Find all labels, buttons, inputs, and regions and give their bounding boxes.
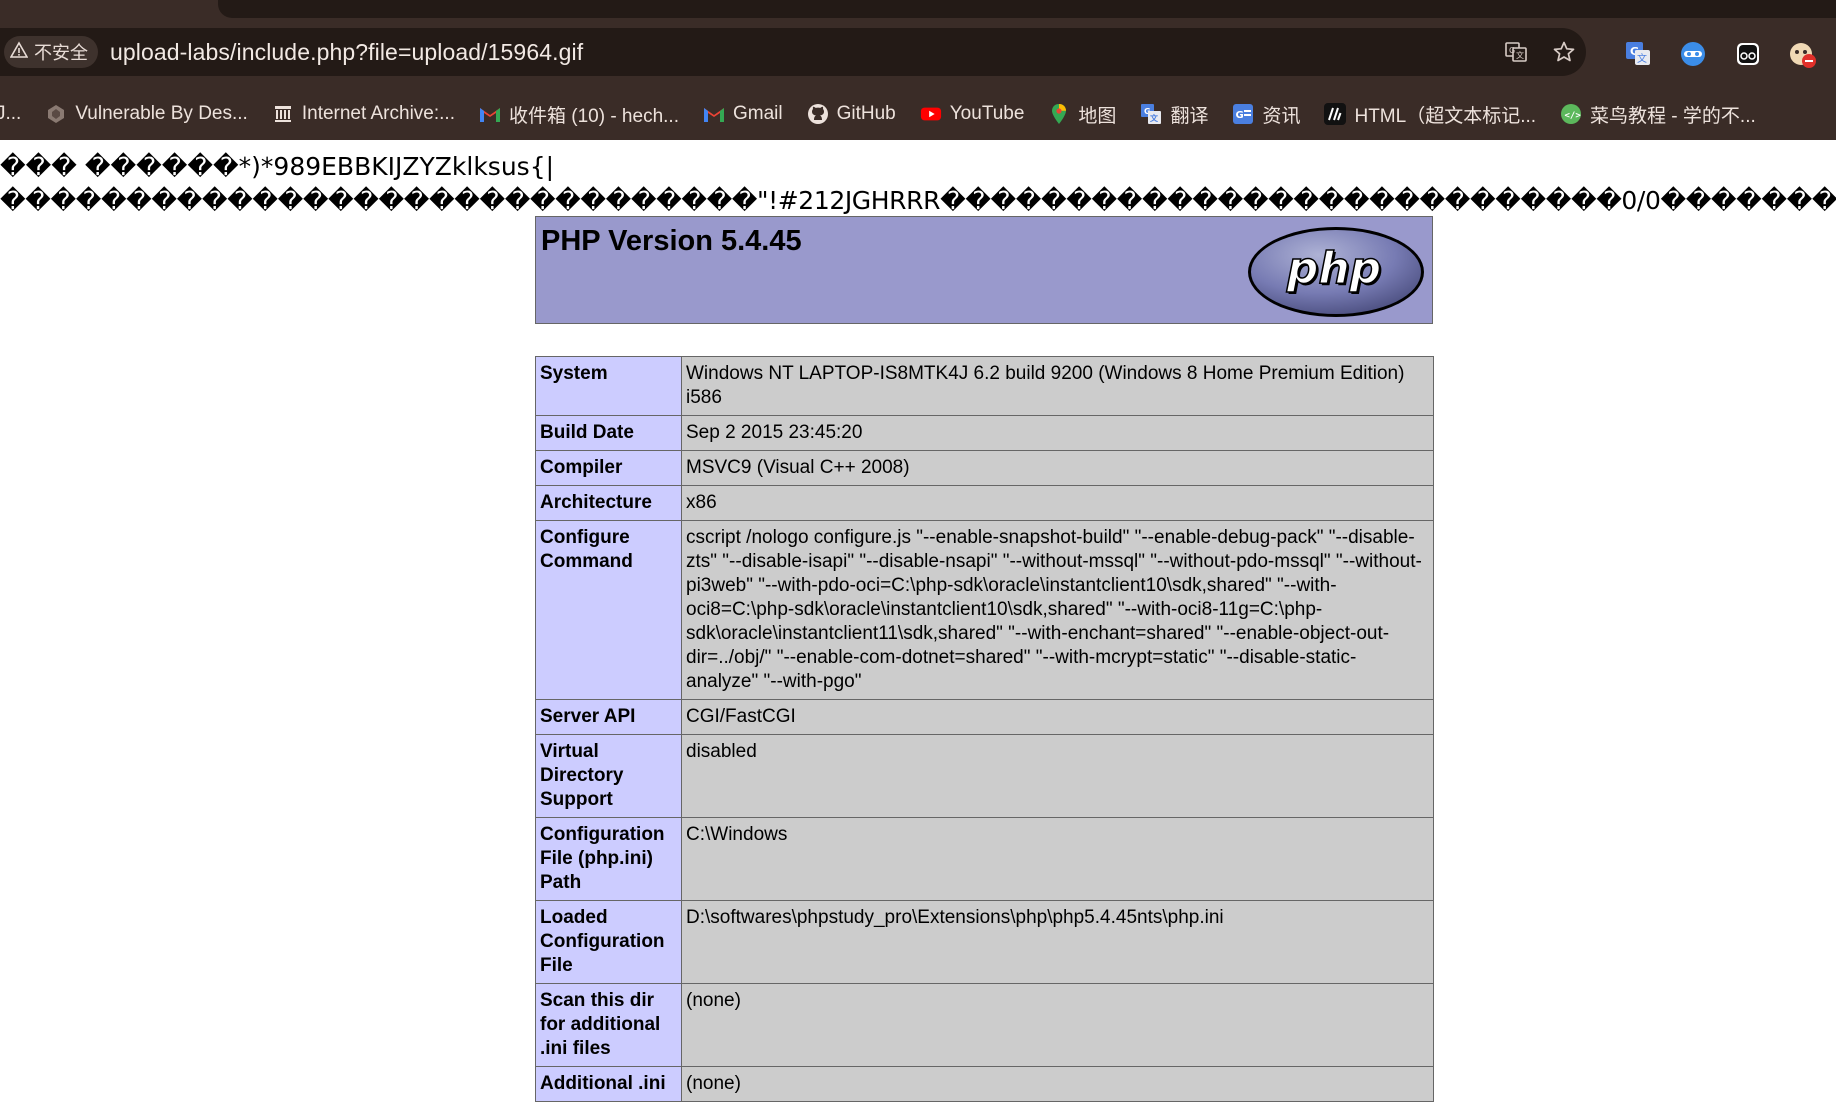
row-value: Sep 2 2015 23:45:20: [681, 415, 1434, 451]
security-label: 不安全: [34, 43, 88, 63]
table-row: System Windows NT LAPTOP-IS8MTK4J 6.2 bui…: [535, 356, 1434, 416]
svg-text:文: 文: [1150, 113, 1159, 123]
row-label: Virtual Directory Support: [535, 734, 682, 818]
bookmark-label: 菜鸟教程 - 学的不...: [1590, 105, 1756, 127]
bookmark-item[interactable]: </> 菜鸟教程 - 学的不...: [1560, 101, 1756, 128]
php-version-title: PHP Version 5.4.45: [541, 225, 802, 257]
row-value: x86: [681, 485, 1434, 521]
table-row: Configure Command cscript /nologo configu…: [535, 520, 1434, 700]
bookmark-label: 收件箱 (10) - hech...: [508, 105, 679, 127]
row-value: MSVC9 (Visual C++ 2008): [681, 450, 1434, 486]
row-label: Server API: [535, 699, 682, 735]
incognito-extension-icon[interactable]: [1732, 38, 1764, 70]
svg-text:G: G: [1236, 110, 1244, 121]
row-value: (none): [681, 1066, 1434, 1102]
bookmark-item[interactable]: HTML（超文本标记...: [1324, 101, 1536, 128]
url-text[interactable]: upload-labs/include.php?file=upload/1596…: [110, 39, 583, 66]
table-row: Compiler MSVC9 (Visual C++ 2008): [535, 450, 1434, 486]
php-logo-text: php: [1286, 243, 1381, 294]
table-row: Virtual Directory Support disabled: [535, 734, 1434, 818]
bookmark-label: 地图: [1078, 105, 1117, 127]
bookmark-item[interactable]: 收件箱 (10) - hech...: [479, 101, 679, 128]
bookmark-label: 翻译: [1170, 105, 1209, 127]
svg-text:</>: </>: [1565, 111, 1582, 121]
bookmark-label: YouTube: [949, 103, 1025, 124]
tab-strip-background: [218, 0, 1836, 18]
svg-text:G: G: [1509, 46, 1515, 55]
bookmark-label: Gmail: [732, 103, 783, 124]
security-indicator[interactable]: 不安全: [4, 36, 98, 68]
mask-extension-icon[interactable]: [1677, 38, 1709, 70]
bookmark-label: 资讯: [1262, 105, 1301, 127]
youtube-icon: [920, 103, 942, 125]
bookmark-label: J...: [0, 103, 22, 124]
row-label: System: [535, 356, 682, 416]
bookmark-item[interactable]: YouTube: [920, 103, 1025, 125]
row-value: D:\softwares\phpstudy_pro\Extensions\php…: [681, 900, 1434, 984]
table-row: Loaded Configuration File D:\softwares\ph…: [535, 900, 1434, 984]
binary-garbage-line: ��� ������*)*989EBBKIJZYZklksus{|: [0, 152, 555, 181]
address-bar[interactable]: 不安全 upload-labs/include.php?file=upload/…: [0, 28, 1586, 76]
svg-text:文: 文: [1516, 50, 1524, 60]
bookmark-label: Vulnerable By Des...: [75, 103, 248, 124]
translate-page-icon[interactable]: G文: [1502, 38, 1530, 66]
row-value: disabled: [681, 734, 1434, 818]
phpinfo-table: System Windows NT LAPTOP-IS8MTK4J 6.2 bui…: [535, 356, 1434, 1102]
row-label: Architecture: [535, 485, 682, 521]
adblock-extension-icon[interactable]: [1786, 38, 1818, 70]
php-logo: php php: [1248, 227, 1424, 317]
row-label: Build Date: [535, 415, 682, 451]
row-label: Loaded Configuration File: [535, 900, 682, 984]
browser-toolbar: 不安全 upload-labs/include.php?file=upload/…: [0, 20, 1836, 88]
page-content: ��� ������*)*989EBBKIJZYZklksus{| ������…: [0, 140, 1836, 1106]
row-label: Configure Command: [535, 520, 682, 700]
warning-icon: [9, 40, 29, 64]
row-value: C:\Windows: [681, 817, 1434, 901]
gmail-icon: [479, 103, 501, 125]
vulnhub-icon: [45, 103, 67, 125]
tab-strip: [0, 0, 1836, 20]
phpinfo-header: PHP Version 5.4.45 php php: [535, 216, 1433, 324]
bookmarks-bar: J... Vulnerable By Des... Internet Archi…: [0, 88, 1836, 140]
bookmark-item[interactable]: Vulnerable By Des...: [45, 103, 248, 125]
translate-icon: G文: [1140, 103, 1162, 125]
binary-garbage-line: ������������������������������"!#212JGHR…: [0, 186, 1836, 215]
table-row: Build Date Sep 2 2015 23:45:20: [535, 415, 1434, 451]
bookmark-item[interactable]: Internet Archive:...: [272, 103, 455, 125]
mdn-icon: [1324, 103, 1347, 125]
bookmark-label: GitHub: [836, 103, 896, 124]
table-row: Scan this dir for additional .ini files(…: [535, 983, 1434, 1067]
row-label: Additional .ini: [535, 1066, 682, 1102]
table-row: Configuration File (php.ini) Path C:\Wind…: [535, 817, 1434, 901]
archive-icon: [272, 103, 294, 125]
table-row: Additional .ini (none): [535, 1066, 1434, 1102]
google-translate-extension-icon[interactable]: G文: [1622, 38, 1654, 70]
github-icon: [807, 103, 829, 125]
runoob-icon: </>: [1560, 103, 1582, 125]
bookmark-item[interactable]: G文 翻译: [1140, 101, 1208, 128]
bookmark-label: HTML（超文本标记...: [1354, 105, 1537, 127]
row-label: Scan this dir for additional .ini files: [535, 983, 682, 1067]
svg-text:文: 文: [1637, 52, 1647, 65]
row-label: Compiler: [535, 450, 682, 486]
table-row: Server API CGI/FastCGI: [535, 699, 1434, 735]
bookmark-item[interactable]: GitHub: [807, 103, 896, 125]
bookmark-label: Internet Archive:...: [301, 103, 455, 124]
row-label: Configuration File (php.ini) Path: [535, 817, 682, 901]
row-value: (none): [681, 983, 1434, 1067]
row-value: Windows NT LAPTOP-IS8MTK4J 6.2 build 920…: [681, 356, 1434, 416]
row-value: cscript /nologo configure.js "--enable-s…: [681, 520, 1434, 700]
bookmark-item[interactable]: Gmail: [703, 103, 783, 125]
bookmark-item[interactable]: 地图: [1048, 101, 1116, 128]
bookmark-item[interactable]: G 资讯: [1232, 101, 1300, 128]
row-value: CGI/FastCGI: [681, 699, 1434, 735]
table-row: Architecture x86: [535, 485, 1434, 521]
bookmark-star-icon[interactable]: [1550, 38, 1578, 66]
news-icon: G: [1232, 103, 1254, 125]
maps-pin-icon: [1048, 103, 1070, 125]
bookmark-item[interactable]: J...: [0, 103, 21, 125]
gmail-icon: [703, 103, 725, 125]
